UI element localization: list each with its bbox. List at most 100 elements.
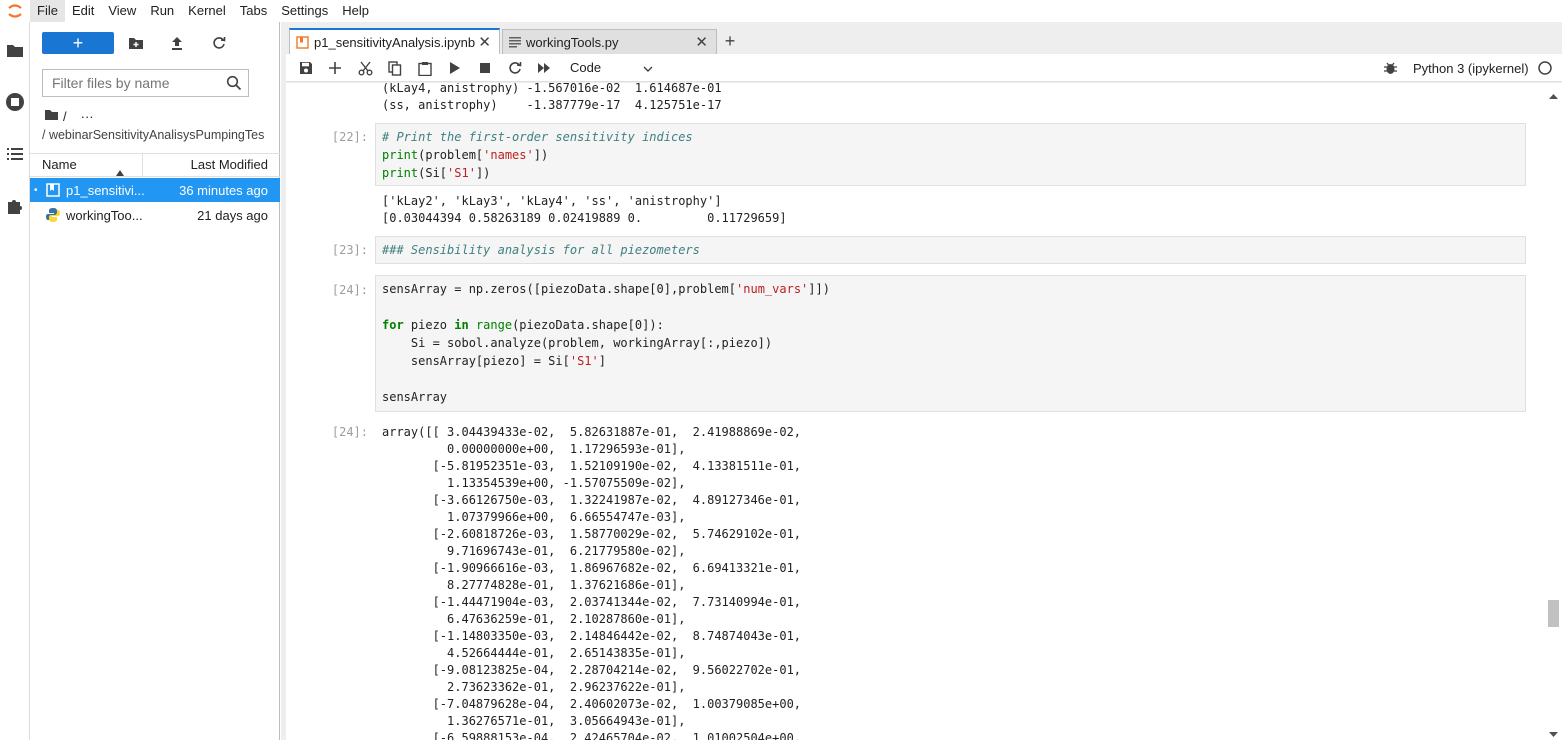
new-folder-icon[interactable] bbox=[127, 34, 145, 52]
output-line: [-6.59888153e-04, 2.42465704e-02, 1.0100… bbox=[382, 731, 802, 740]
code-line: ### Sensibility analysis for all piezome… bbox=[382, 243, 700, 257]
output-line: [-7.04879628e-04, 2.40602073e-02, 1.0037… bbox=[382, 697, 802, 711]
menu-file[interactable]: File bbox=[30, 0, 65, 22]
add-cell-icon[interactable] bbox=[326, 59, 344, 77]
cut-icon[interactable] bbox=[356, 59, 374, 77]
output-line: (ss, anistrophy) -1.387779e-17 4.125751e… bbox=[382, 98, 722, 112]
output-line: ['kLay2', 'kLay3', 'kLay4', 'ss', 'anist… bbox=[382, 194, 722, 208]
kernel-name[interactable]: Python 3 (ipykernel) bbox=[1413, 61, 1529, 76]
output-line: 4.52664444e-01, 2.65143835e-01], bbox=[382, 646, 686, 660]
menu-edit[interactable]: Edit bbox=[65, 0, 101, 22]
output-line: 6.47636259e-01, 2.10287860e-01], bbox=[382, 612, 686, 626]
scroll-thumb[interactable] bbox=[1548, 600, 1559, 627]
file-name: workingToo... bbox=[66, 207, 143, 223]
jupyter-logo-icon bbox=[0, 0, 30, 22]
close-tab-icon[interactable]: ✕ bbox=[478, 33, 491, 51]
current-path: / webinarSensitivityAnalisysPumpingTes bbox=[42, 128, 265, 142]
menu-tabs[interactable]: Tabs bbox=[233, 0, 274, 22]
code-cell[interactable]: sensArray = np.zeros([piezoData.shape[0]… bbox=[375, 275, 1526, 412]
close-tab-icon[interactable]: ✕ bbox=[695, 33, 708, 51]
breadcrumb: / ··· bbox=[44, 109, 94, 124]
debugger-bug-icon[interactable] bbox=[1381, 59, 1399, 77]
column-name-header[interactable]: Name bbox=[30, 154, 143, 176]
code-line: for piezo in range(piezoData.shape[0]): bbox=[382, 318, 664, 332]
code-line: # Print the first-order sensitivity indi… bbox=[382, 130, 693, 144]
new-launcher-button[interactable]: + bbox=[42, 32, 114, 54]
output-prompt: [24]: bbox=[331, 425, 368, 439]
refresh-icon[interactable] bbox=[210, 34, 228, 52]
file-item-python[interactable]: workingToo... 21 days ago bbox=[30, 203, 280, 227]
file-modified: 36 minutes ago bbox=[179, 182, 268, 198]
tab-workingtools[interactable]: workingTools.py ✕ bbox=[502, 29, 717, 54]
code-line: sensArray[piezo] = Si['S1'] bbox=[382, 354, 606, 368]
restart-run-all-icon[interactable] bbox=[536, 59, 554, 77]
code-line: sensArray bbox=[382, 390, 448, 404]
folder-icon[interactable] bbox=[3, 38, 27, 62]
code-line: print(problem['names']) bbox=[382, 148, 549, 162]
code-line: print(Si['S1']) bbox=[382, 166, 491, 180]
code-line: sensArray = np.zeros([piezoData.shape[0]… bbox=[382, 282, 830, 296]
filter-files-input-wrapper bbox=[42, 69, 249, 97]
output-line: [-1.44471904e-03, 2.03741344e-02, 7.7314… bbox=[382, 595, 802, 609]
extensions-puzzle-icon[interactable] bbox=[3, 194, 27, 218]
menu-bar: File Edit View Run Kernel Tabs Settings … bbox=[0, 0, 1562, 22]
paste-icon[interactable] bbox=[416, 59, 434, 77]
scroll-up-arrow-icon[interactable] bbox=[1549, 87, 1558, 102]
stop-icon[interactable] bbox=[476, 59, 494, 77]
search-icon bbox=[226, 75, 242, 94]
upload-icon[interactable] bbox=[168, 34, 186, 52]
notebook-panel[interactable]: (kLay4, anistrophy) -1.567016e-02 1.6146… bbox=[286, 83, 1562, 740]
output-line: [-3.66126750e-03, 1.32241987e-02, 4.8912… bbox=[382, 493, 802, 507]
add-tab-button[interactable]: + bbox=[718, 29, 742, 53]
output-line: [-1.14803350e-03, 2.14846442e-02, 8.7487… bbox=[382, 629, 802, 643]
markdown-cell[interactable]: ### Sensibility analysis for all piezome… bbox=[375, 236, 1526, 264]
save-icon[interactable] bbox=[297, 59, 315, 77]
restart-kernel-icon[interactable] bbox=[506, 59, 524, 77]
output-line: [-1.90966616e-03, 1.86967682e-02, 6.6941… bbox=[382, 561, 802, 575]
output-line: 9.71696743e-01, 6.21779580e-02], bbox=[382, 544, 686, 558]
code-cell[interactable]: # Print the first-order sensitivity indi… bbox=[375, 123, 1526, 186]
menu-run[interactable]: Run bbox=[143, 0, 181, 22]
output-line: 1.07379966e+00, 6.66554747e-03], bbox=[382, 510, 686, 524]
open-indicator: • bbox=[34, 184, 38, 196]
output-line: 8.27774828e-01, 1.37621686e-01], bbox=[382, 578, 686, 592]
menu-view[interactable]: View bbox=[101, 0, 143, 22]
output-line: [-5.81952351e-03, 1.52109190e-02, 4.1338… bbox=[382, 459, 802, 473]
python-file-icon bbox=[45, 207, 61, 223]
notebook-scrollbar[interactable] bbox=[1545, 83, 1562, 740]
file-modified: 21 days ago bbox=[197, 207, 268, 223]
output-line: 1.36276571e-01, 3.05664943e-01], bbox=[382, 714, 686, 728]
scroll-down-arrow-icon[interactable] bbox=[1549, 725, 1558, 740]
file-list-header: Name Last Modified bbox=[30, 153, 280, 177]
text-file-icon bbox=[509, 36, 521, 48]
breadcrumb-ellipsis[interactable]: ··· bbox=[81, 109, 94, 124]
chevron-down-icon bbox=[643, 60, 653, 75]
tab-label: workingTools.py bbox=[526, 34, 619, 50]
breadcrumb-root[interactable]: / bbox=[63, 109, 67, 124]
running-sessions-icon[interactable] bbox=[3, 90, 27, 114]
output-line: 0.00000000e+00, 1.17296593e-01], bbox=[382, 442, 686, 456]
document-tab-bar: p1_sensitivityAnalysis.ipynb ✕ workingTo… bbox=[281, 22, 1562, 54]
menu-help[interactable]: Help bbox=[335, 0, 376, 22]
cell-type-select[interactable]: Code bbox=[570, 60, 653, 75]
tab-notebook[interactable]: p1_sensitivityAnalysis.ipynb ✕ bbox=[289, 28, 500, 54]
code-line: Si = sobol.analyze(problem, workingArray… bbox=[382, 336, 773, 350]
file-name: p1_sensitivi... bbox=[66, 182, 145, 198]
filter-files-input[interactable] bbox=[52, 75, 222, 91]
folder-home-icon[interactable] bbox=[44, 109, 59, 124]
table-of-contents-icon[interactable] bbox=[3, 142, 27, 166]
output-line: [-2.60818726e-03, 1.58770029e-02, 5.7462… bbox=[382, 527, 802, 541]
file-item-notebook[interactable]: • p1_sensitivi... 36 minutes ago bbox=[30, 178, 280, 202]
notebook-icon bbox=[45, 182, 61, 198]
menu-kernel[interactable]: Kernel bbox=[181, 0, 233, 22]
main-dock-area: p1_sensitivityAnalysis.ipynb ✕ workingTo… bbox=[281, 22, 1562, 740]
tab-label: p1_sensitivityAnalysis.ipynb bbox=[314, 34, 476, 50]
input-prompt: [23]: bbox=[331, 243, 368, 257]
run-cell-icon[interactable] bbox=[446, 59, 464, 77]
notebook-icon bbox=[296, 35, 309, 49]
notebook-toolbar: Code Python 3 (ipykernel) bbox=[286, 54, 1562, 82]
output-line: [-9.08123825e-04, 2.28704214e-02, 9.5602… bbox=[382, 663, 802, 677]
copy-icon[interactable] bbox=[386, 59, 404, 77]
column-last-modified-header[interactable]: Last Modified bbox=[143, 154, 280, 176]
menu-settings[interactable]: Settings bbox=[274, 0, 335, 22]
